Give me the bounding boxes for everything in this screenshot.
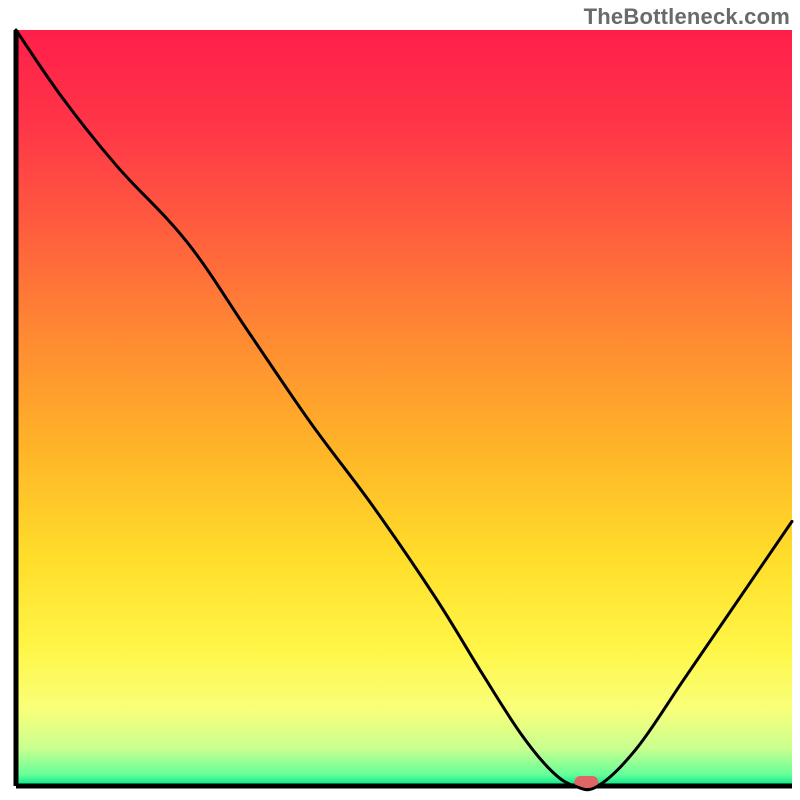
chart-container: { "watermark": "TheBottleneck.com", "cha… (0, 0, 800, 800)
bottleneck-curve-chart (0, 0, 800, 800)
watermark-text: TheBottleneck.com (584, 4, 790, 30)
plot-area (16, 30, 792, 790)
heatmap-background (16, 30, 792, 786)
